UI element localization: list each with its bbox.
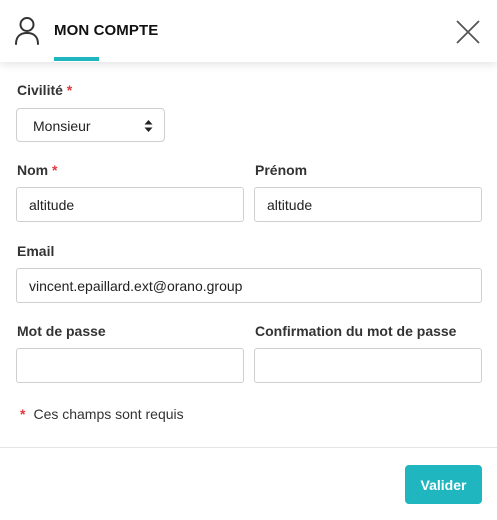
close-icon[interactable] xyxy=(456,20,480,44)
email-input[interactable] xyxy=(16,268,482,303)
civility-label: Civilité * xyxy=(17,82,72,98)
prenom-label: Prénom xyxy=(255,162,308,178)
select-arrows-icon xyxy=(144,120,153,132)
prenom-input[interactable] xyxy=(254,187,482,222)
civility-label-text: Civilité xyxy=(17,82,63,98)
modal-header: MON COMPTE xyxy=(0,0,497,62)
footer-divider xyxy=(0,447,497,448)
required-note: * Ces champs sont requis xyxy=(20,406,184,422)
submit-button[interactable]: Valider xyxy=(405,465,482,504)
required-mark: * xyxy=(52,162,58,178)
civility-select-value: Monsieur xyxy=(33,118,91,134)
password-confirm-label: Confirmation du mot de passe xyxy=(255,323,457,339)
civility-select[interactable]: Monsieur xyxy=(16,108,165,142)
required-mark: * xyxy=(66,82,73,98)
user-icon xyxy=(15,17,39,45)
title-underline xyxy=(54,57,99,61)
password-input[interactable] xyxy=(16,348,244,383)
modal-title: MON COMPTE xyxy=(54,22,159,39)
nom-input[interactable] xyxy=(16,187,244,222)
nom-label-text: Nom xyxy=(17,162,49,178)
nom-label: Nom * xyxy=(17,162,57,178)
email-label: Email xyxy=(17,243,55,259)
password-confirm-input[interactable] xyxy=(254,348,482,383)
required-note-text: Ces champs sont requis xyxy=(33,406,184,422)
password-label: Mot de passe xyxy=(17,323,106,339)
required-mark: * xyxy=(20,406,26,422)
